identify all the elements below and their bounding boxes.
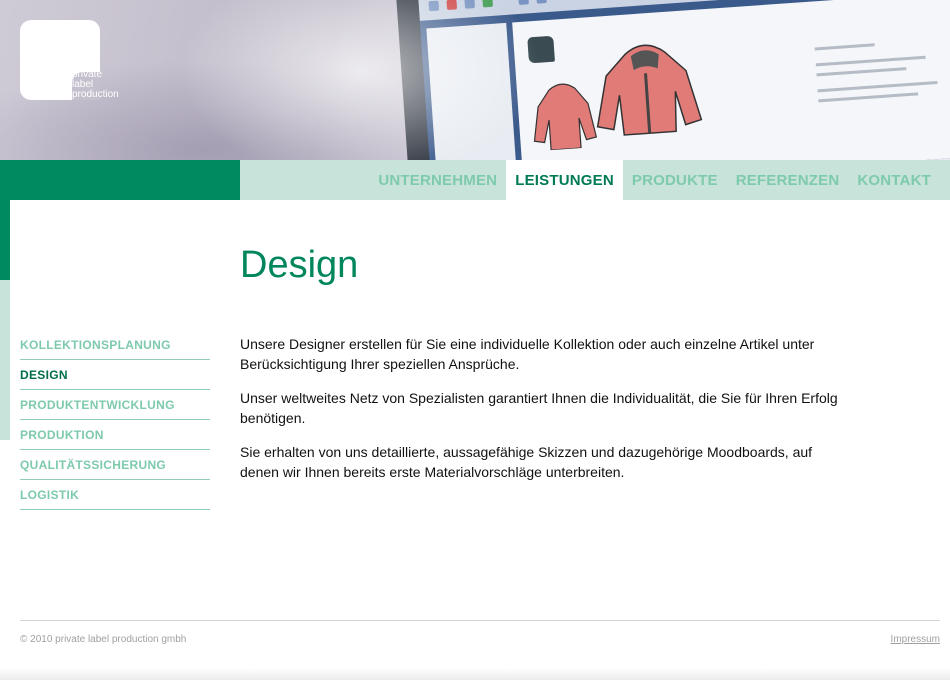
- hero-screen-document: [512, 0, 950, 160]
- footer-divider: [20, 620, 940, 621]
- page-bottom-shadow: [0, 668, 950, 680]
- sidebar-navigation: KOLLEKTIONSPLANUNG DESIGN PRODUKTENTWICK…: [20, 330, 210, 510]
- sidebar-item-logistik[interactable]: LOGISTIK: [20, 480, 210, 510]
- hero-doc-text-line: [817, 80, 938, 93]
- header-hero-image: private label production: [0, 0, 950, 160]
- nav-green-block: [0, 160, 240, 200]
- hero-doc-text-line: [816, 67, 907, 77]
- footer-copyright: © 2010 private label production gmbh: [20, 634, 187, 645]
- hero-doc-text-line: [818, 92, 919, 103]
- content-paragraph: Unser weltweites Netz von Spezialisten g…: [240, 390, 838, 426]
- impressum-link[interactable]: Impressum: [891, 634, 940, 645]
- main-navigation-bar: UNTERNEHMEN LEISTUNGEN PRODUKTE REFERENZ…: [0, 160, 950, 200]
- nav-item-referenzen[interactable]: REFERENZEN: [727, 160, 849, 200]
- hero-doc-text-line: [814, 43, 875, 51]
- hero-light-shape: [180, 0, 540, 160]
- main-content: Unsere Designer erstellen für Sie eine i…: [240, 334, 850, 496]
- page-title: Design: [240, 244, 359, 286]
- logo-line: production: [72, 89, 119, 100]
- nav-item-kontakt[interactable]: KONTAKT: [848, 160, 940, 200]
- main-navigation: UNTERNEHMEN LEISTUNGEN PRODUKTE REFERENZ…: [369, 160, 940, 200]
- content-paragraph: Unsere Designer erstellen für Sie eine i…: [240, 336, 815, 372]
- hero-doc-text-line: [815, 55, 926, 67]
- nav-item-produkte[interactable]: PRODUKTE: [623, 160, 727, 200]
- logo-text: private label production: [72, 70, 119, 100]
- sidebar-item-produktentwicklung[interactable]: PRODUKTENTWICKLUNG: [20, 390, 210, 420]
- sidebar-item-qualitaetssicherung[interactable]: QUALITÄTSSICHERUNG: [20, 450, 210, 480]
- sidebar-item-design[interactable]: DESIGN: [20, 360, 210, 390]
- content-paragraph: Sie erhalten von uns detaillierte, aussa…: [240, 444, 813, 480]
- left-accent-strip: [0, 200, 10, 280]
- nav-item-leistungen[interactable]: LEISTUNGEN: [506, 160, 623, 200]
- left-accent-strip-light: [0, 280, 10, 440]
- nav-item-unternehmen[interactable]: UNTERNEHMEN: [369, 160, 506, 200]
- sidebar-item-produktion[interactable]: PRODUKTION: [20, 420, 210, 450]
- sidebar-item-kollektionsplanung[interactable]: KOLLEKTIONSPLANUNG: [20, 330, 210, 360]
- jacket-sketch-icon: [596, 44, 703, 136]
